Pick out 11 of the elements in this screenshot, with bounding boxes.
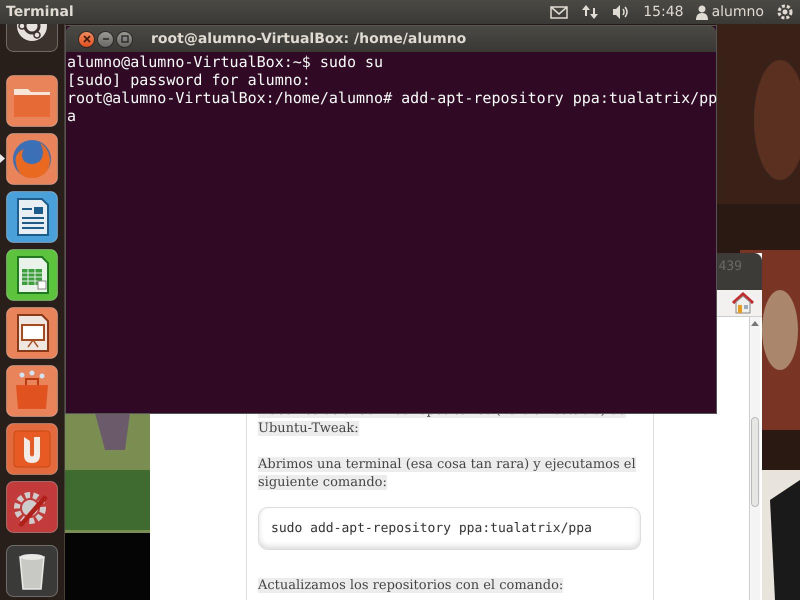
terminal-line: [sudo] password for alumno:	[67, 71, 312, 89]
code-block: sudo add-apt-repository ppa:tualatrix/ppa	[258, 507, 641, 550]
terminal-line: a	[67, 107, 78, 125]
terminal-line: root@alumno-VirtualBox:/home/alumno# add-apt-repository ppa:tualatrix/pp	[67, 89, 716, 107]
window-title: root@alumno-VirtualBox: /home/alumno	[151, 31, 466, 47]
paragraph: Actualizamos los repositorios con el comando:	[258, 577, 564, 595]
terminal-line: alumno@alumno-VirtualBox:~$ sudo su	[67, 53, 384, 71]
app-title: Terminal	[5, 4, 74, 20]
paragraph: Abrimos una terminal (esa cosa tan rara) y ejecutamos el siguiente comando:	[258, 456, 637, 492]
clock[interactable]: 15:48	[643, 4, 684, 20]
user-menu[interactable]: alumno	[696, 4, 764, 20]
